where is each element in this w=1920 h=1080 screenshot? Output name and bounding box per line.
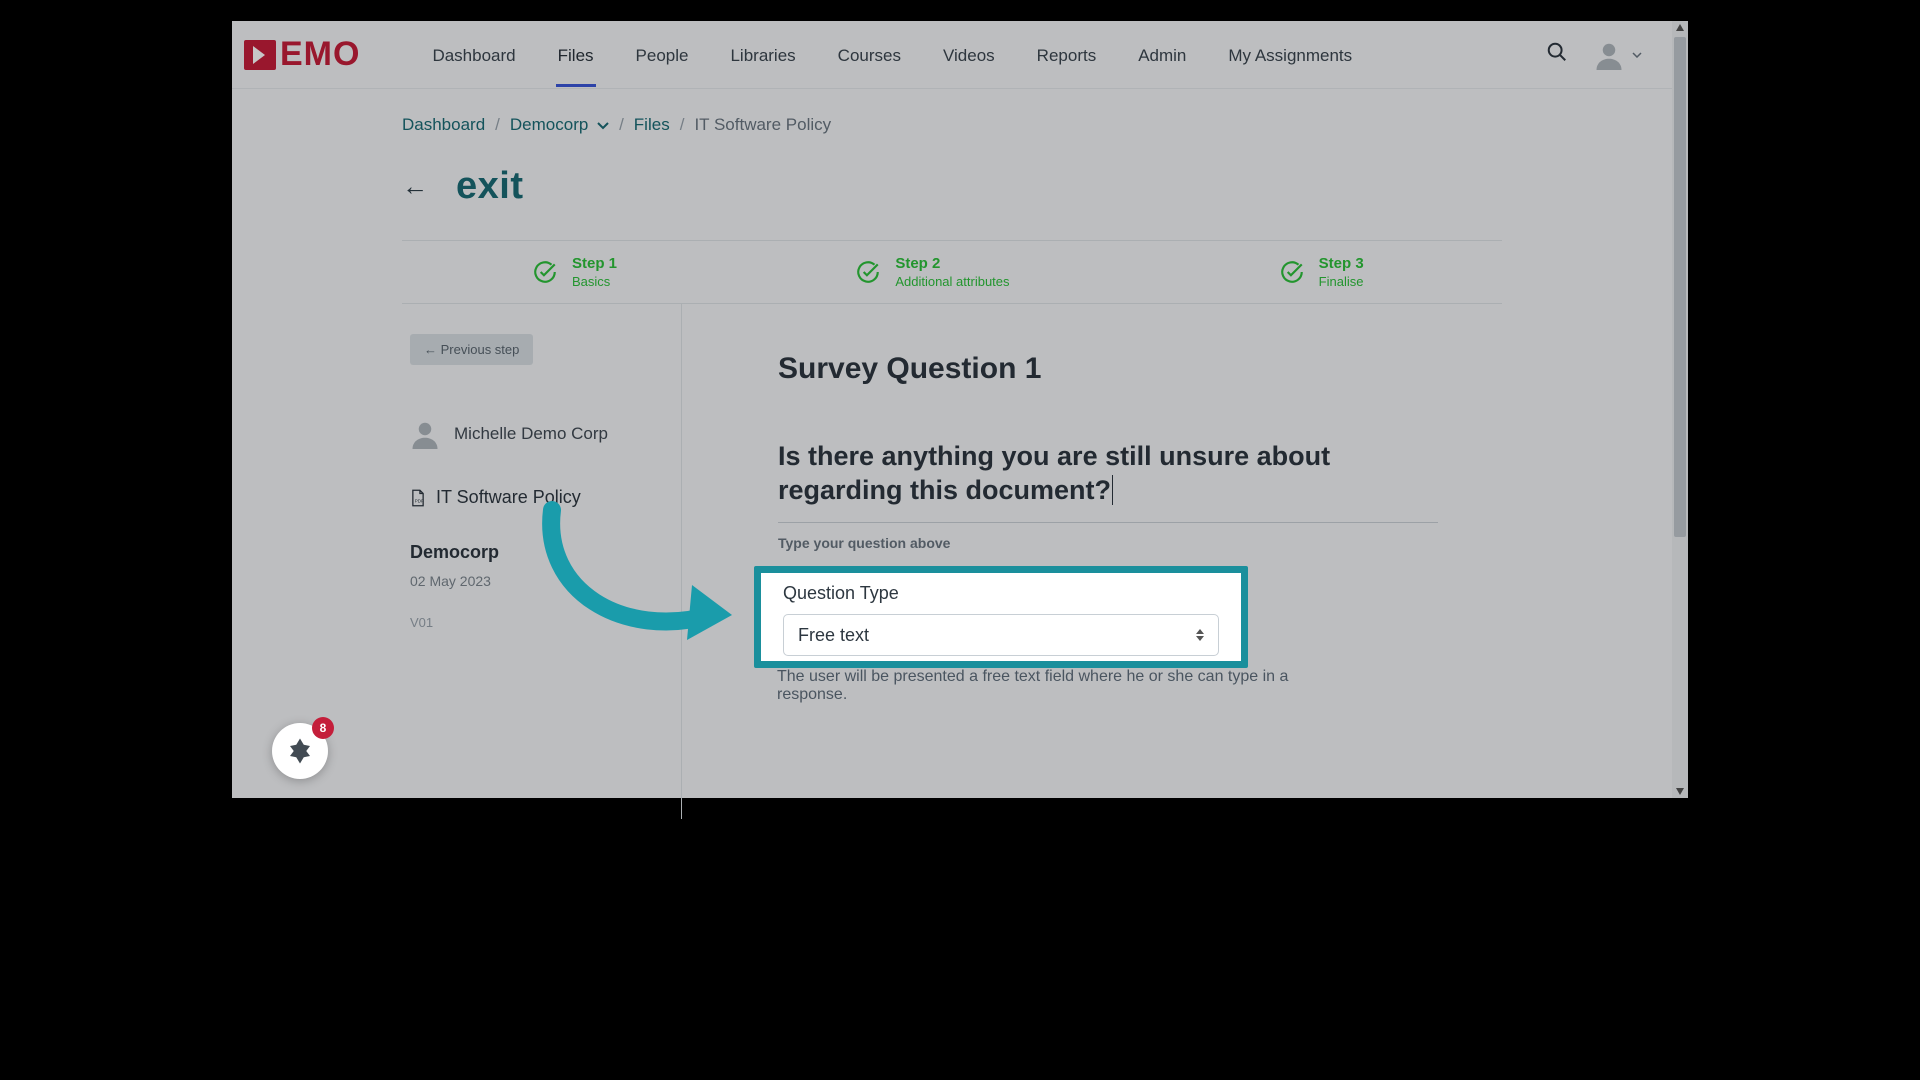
scroll-down-icon[interactable] xyxy=(1676,788,1684,795)
nav-my-assignments[interactable]: My Assignments xyxy=(1226,24,1354,86)
question-helper-text: Type your question above xyxy=(778,535,1502,551)
crumb-org[interactable]: Democorp xyxy=(510,115,609,135)
widget-badge: 8 xyxy=(312,717,334,739)
step-2[interactable]: Step 2Additional attributes xyxy=(755,255,1078,289)
chevron-down-icon xyxy=(597,122,609,130)
check-circle-icon xyxy=(1279,259,1305,285)
question-type-select[interactable]: Free text xyxy=(783,614,1219,656)
check-circle-icon xyxy=(855,259,881,285)
scroll-thumb[interactable] xyxy=(1674,37,1686,537)
nav-dashboard[interactable]: Dashboard xyxy=(430,24,517,86)
exit-button[interactable]: exit xyxy=(456,165,523,208)
play-icon xyxy=(244,40,276,70)
select-caret-icon xyxy=(1196,629,1204,641)
document-version: V01 xyxy=(410,615,671,630)
nav-reports[interactable]: Reports xyxy=(1035,24,1099,86)
crumb-current: IT Software Policy xyxy=(694,115,831,135)
sidebar: ← Previous step Michelle Demo Corp PDF I… xyxy=(402,304,682,819)
breadcrumb: Dashboard / Democorp / Files / IT Softwa… xyxy=(402,89,1502,135)
nav-libraries[interactable]: Libraries xyxy=(728,24,797,86)
help-widget[interactable]: 8 xyxy=(272,723,328,779)
scroll-up-icon[interactable] xyxy=(1676,24,1684,31)
check-circle-icon xyxy=(532,259,558,285)
back-arrow-icon[interactable]: ← xyxy=(402,171,428,202)
app-header: EMO Dashboard Files People Libraries Cou… xyxy=(232,21,1672,89)
main-nav: Dashboard Files People Libraries Courses… xyxy=(430,24,1354,86)
wizard-steps: Step 1Basics Step 2Additional attributes… xyxy=(402,240,1502,304)
nav-courses[interactable]: Courses xyxy=(836,24,903,86)
crumb-dashboard[interactable]: Dashboard xyxy=(402,115,485,135)
org-name: Democorp xyxy=(410,542,671,563)
previous-step-button[interactable]: ← Previous step xyxy=(410,334,533,365)
avatar-icon xyxy=(410,419,440,449)
nav-people[interactable]: People xyxy=(634,24,691,86)
document-link[interactable]: PDF IT Software Policy xyxy=(410,487,671,508)
widget-icon xyxy=(285,736,315,766)
question-type-description: The user will be presented a free text f… xyxy=(777,668,1297,704)
step-1[interactable]: Step 1Basics xyxy=(402,255,755,289)
question-input[interactable]: Is there anything you are still unsure a… xyxy=(778,440,1438,523)
app-stage: EMO Dashboard Files People Libraries Cou… xyxy=(232,0,1688,819)
search-icon[interactable] xyxy=(1546,41,1568,68)
document-date: 02 May 2023 xyxy=(410,573,671,589)
nav-videos[interactable]: Videos xyxy=(941,24,997,86)
logo-text: EMO xyxy=(280,35,360,74)
nav-admin[interactable]: Admin xyxy=(1136,24,1188,86)
crumb-files[interactable]: Files xyxy=(634,115,670,135)
chevron-down-icon xyxy=(1632,52,1642,58)
logo[interactable]: EMO xyxy=(244,35,360,74)
svg-text:PDF: PDF xyxy=(415,498,424,503)
question-type-highlight: Question Type Free text xyxy=(754,566,1248,668)
scrollbar[interactable] xyxy=(1672,21,1688,798)
user-menu[interactable] xyxy=(1594,40,1642,70)
question-type-label: Question Type xyxy=(783,583,1219,604)
main-panel: Survey Question 1 Is there anything you … xyxy=(682,304,1502,819)
nav-files[interactable]: Files xyxy=(556,24,596,86)
owner-name: Michelle Demo Corp xyxy=(454,424,608,444)
letterbox xyxy=(232,0,1688,21)
document-owner: Michelle Demo Corp xyxy=(410,419,671,449)
file-icon: PDF xyxy=(410,489,426,507)
step-3[interactable]: Step 3Finalise xyxy=(1079,255,1502,289)
question-heading: Survey Question 1 xyxy=(778,352,1502,386)
